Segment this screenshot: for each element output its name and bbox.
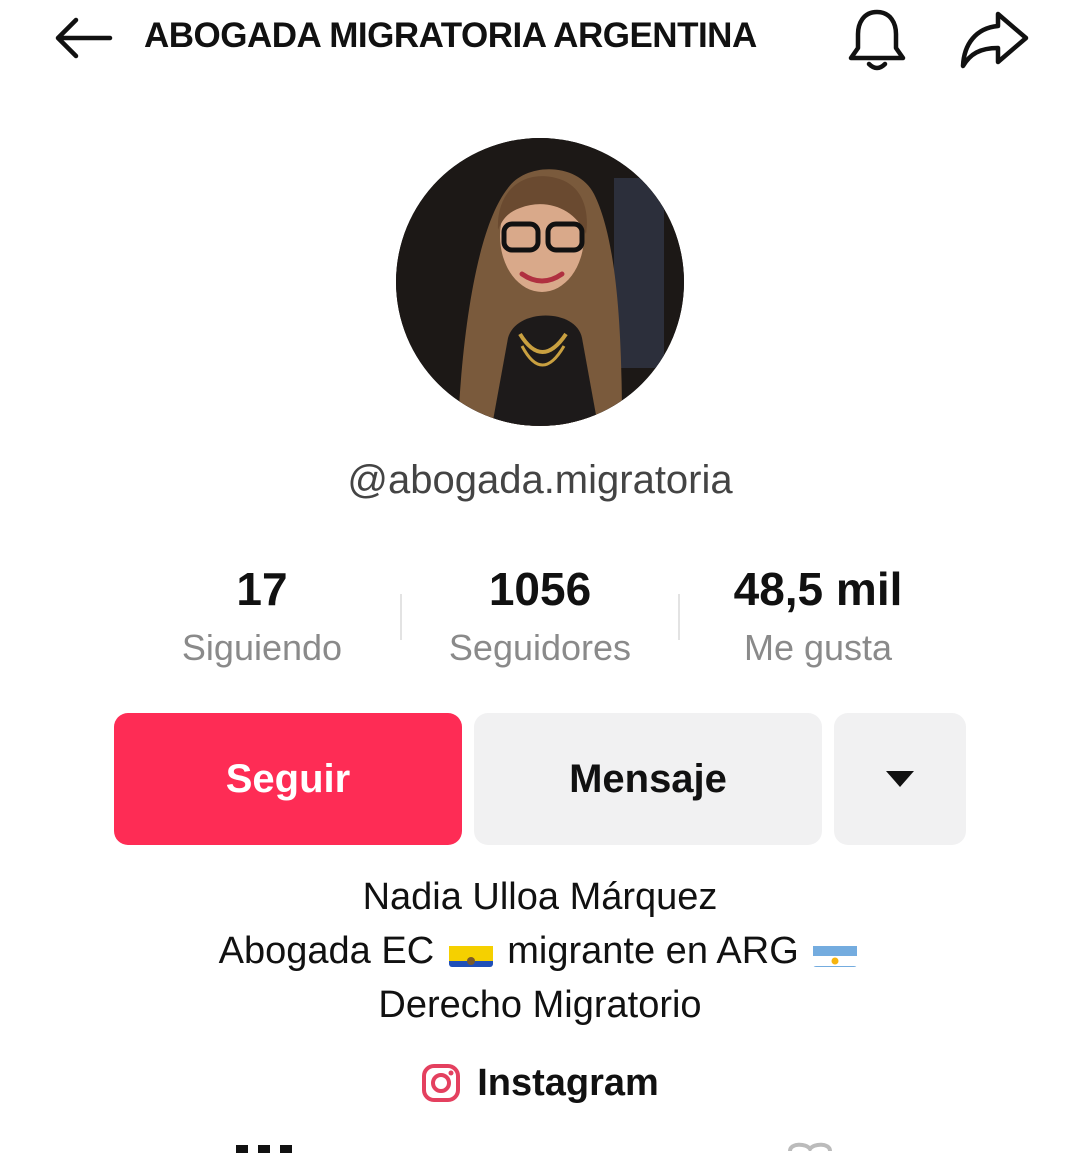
arrow-left-icon xyxy=(55,17,113,59)
instagram-icon xyxy=(422,1064,461,1102)
profile-photo xyxy=(396,138,684,426)
share-button[interactable] xyxy=(956,6,1032,72)
stat-value: 1056 xyxy=(488,563,592,615)
more-options-button[interactable] xyxy=(834,713,966,845)
instagram-label: Instagram xyxy=(477,1062,659,1104)
top-bar: ABOGADA MIGRATORIA ARGENTINA xyxy=(0,0,1080,80)
bio-text: migrante en ARG xyxy=(507,930,799,972)
stat-label: Seguidores xyxy=(448,627,632,668)
argentina-flag-icon xyxy=(813,937,858,967)
stat-followers[interactable]: 1056 Seguidores xyxy=(410,560,670,674)
bio: Nadia Ulloa Márquez Abogada EC migrante … xyxy=(0,870,1080,1032)
avatar[interactable] xyxy=(396,138,684,426)
share-arrow-icon xyxy=(960,11,1029,69)
bio-text: Abogada EC xyxy=(218,930,435,972)
notification-bell-button[interactable] xyxy=(842,4,912,74)
bio-line: Abogada EC migrante en ARG xyxy=(0,924,1080,978)
liked-tab-icon[interactable] xyxy=(786,1138,834,1153)
bell-icon xyxy=(848,9,906,71)
stat-label: Me gusta xyxy=(743,627,893,668)
follow-button[interactable]: Seguir xyxy=(114,713,462,845)
bio-name: Nadia Ulloa Márquez xyxy=(362,876,718,918)
stats-divider xyxy=(400,594,402,640)
caret-down-icon xyxy=(886,771,914,787)
bio-line: Derecho Migratorio xyxy=(378,984,702,1026)
stats-row: 17 Siguiendo 1056 Seguidores 48,5 mil Me… xyxy=(0,560,1080,680)
instagram-link[interactable]: Instagram xyxy=(0,1056,1080,1110)
stats-divider xyxy=(678,594,680,640)
stat-likes[interactable]: 48,5 mil Me gusta xyxy=(688,560,948,674)
stat-label: Siguiendo xyxy=(181,627,343,668)
ecuador-flag-icon xyxy=(448,937,493,967)
profile-handle: @abogada.migratoria xyxy=(347,458,733,502)
grid-tab-icon[interactable] xyxy=(236,1140,292,1153)
stat-following[interactable]: 17 Siguiendo xyxy=(132,560,392,674)
page-title: ABOGADA MIGRATORIA ARGENTINA xyxy=(144,16,757,55)
stat-value: 48,5 mil xyxy=(733,563,903,615)
stat-value: 17 xyxy=(236,563,288,615)
back-button[interactable] xyxy=(48,10,120,66)
message-button[interactable]: Mensaje xyxy=(474,713,822,845)
